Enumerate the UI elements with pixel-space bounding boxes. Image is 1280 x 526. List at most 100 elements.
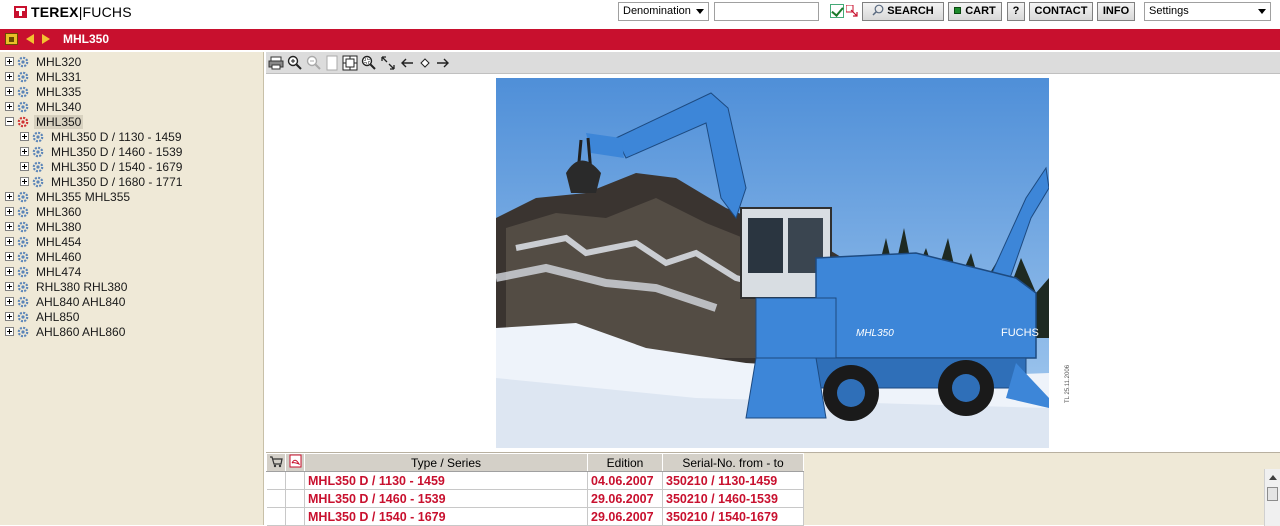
table-row[interactable]: MHL350 D / 1460 - 1539 29.06.2007 350210 /… bbox=[266, 489, 804, 508]
pdf-column-header[interactable] bbox=[285, 453, 305, 472]
expand-icon[interactable] bbox=[5, 282, 14, 291]
arrow-back-icon[interactable] bbox=[26, 34, 34, 44]
expand-icon[interactable] bbox=[20, 147, 29, 156]
expand-icon[interactable] bbox=[20, 162, 29, 171]
table-scrollbar[interactable] bbox=[1264, 469, 1280, 526]
expand-icon[interactable] bbox=[5, 327, 14, 336]
settings-select[interactable]: Settings bbox=[1144, 2, 1271, 21]
tree-item[interactable]: AHL860 AHL860 bbox=[5, 324, 127, 339]
tree-item[interactable]: RHL380 RHL380 bbox=[5, 279, 129, 294]
zoom-out-icon[interactable] bbox=[306, 55, 322, 71]
row-edition-cell[interactable]: 04.06.2007 bbox=[587, 471, 663, 490]
expand-icon[interactable] bbox=[5, 207, 14, 216]
scroll-thumb[interactable] bbox=[1267, 487, 1278, 501]
diamond-icon[interactable] bbox=[417, 55, 433, 71]
row-cart-cell[interactable] bbox=[266, 507, 286, 526]
expand-icon[interactable] bbox=[5, 252, 14, 261]
tree-item[interactable]: MHL355 MHL355 bbox=[5, 189, 132, 204]
series-table-panel: Type / Series Edition Serial-No. from - … bbox=[266, 452, 1280, 526]
expand-icon[interactable] bbox=[5, 72, 14, 81]
tree-item-label: MHL320 bbox=[36, 54, 82, 69]
tree-item-label: MHL350 D / 1130 - 1459 bbox=[51, 129, 182, 144]
search-filter-icon[interactable] bbox=[846, 5, 858, 17]
expand-icon[interactable] bbox=[5, 297, 14, 306]
tree-item[interactable]: AHL840 AHL840 bbox=[5, 294, 127, 309]
full-size-icon[interactable] bbox=[380, 55, 396, 71]
contact-button[interactable]: CONTACT bbox=[1029, 2, 1093, 21]
search-field-select[interactable]: Denomination bbox=[618, 2, 709, 21]
search-option-checkbox[interactable] bbox=[830, 4, 844, 18]
row-type-cell[interactable]: MHL350 D / 1130 - 1459 bbox=[304, 471, 588, 490]
tree-item[interactable]: MHL350 D / 1540 - 1679 bbox=[20, 159, 184, 174]
zoom-in-icon[interactable] bbox=[287, 55, 303, 71]
tree-item-label: AHL850 bbox=[36, 309, 80, 324]
row-serial-cell[interactable]: 350210 / 1130-1459 bbox=[662, 471, 804, 490]
terex-fuchs-logo: TEREX|FUCHS bbox=[14, 4, 132, 20]
tree-item-label: MHL474 bbox=[36, 264, 82, 279]
tree-item[interactable]: MHL360 bbox=[5, 204, 83, 219]
page-title: MHL350 bbox=[63, 32, 110, 46]
tree-item-label: MHL360 bbox=[36, 204, 82, 219]
expand-icon[interactable] bbox=[5, 57, 14, 66]
serial-header[interactable]: Serial-No. from - to bbox=[662, 453, 804, 472]
row-type-cell[interactable]: MHL350 D / 1460 - 1539 bbox=[304, 489, 588, 508]
fit-page-icon[interactable] bbox=[324, 55, 340, 71]
gear-icon bbox=[32, 176, 44, 187]
arrow-right-icon[interactable] bbox=[435, 55, 451, 71]
tree-item[interactable]: MHL350 D / 1680 - 1771 bbox=[20, 174, 184, 189]
tree-item[interactable]: MHL380 bbox=[5, 219, 83, 234]
row-serial-cell[interactable]: 350210 / 1460-1539 bbox=[662, 489, 804, 508]
tree-item[interactable]: MHL350 D / 1460 - 1539 bbox=[20, 144, 184, 159]
row-edition-cell[interactable]: 29.06.2007 bbox=[587, 507, 663, 526]
row-cart-cell[interactable] bbox=[266, 471, 286, 490]
row-pdf-cell[interactable] bbox=[285, 489, 305, 508]
scroll-up-icon[interactable] bbox=[1269, 475, 1277, 480]
zoom-area-icon[interactable] bbox=[361, 55, 377, 71]
tree-item[interactable]: MHL454 bbox=[5, 234, 83, 249]
arrow-forward-icon[interactable] bbox=[42, 34, 50, 44]
cart-button[interactable]: CART bbox=[948, 2, 1002, 21]
tree-item[interactable]: MHL460 bbox=[5, 249, 83, 264]
expand-icon[interactable] bbox=[5, 237, 14, 246]
gear-icon bbox=[17, 56, 29, 67]
arrow-left-icon[interactable] bbox=[399, 55, 415, 71]
info-button[interactable]: INFO bbox=[1097, 2, 1135, 21]
expand-icon[interactable] bbox=[5, 87, 14, 96]
tree-item[interactable]: AHL850 bbox=[5, 309, 81, 324]
row-cart-cell[interactable] bbox=[266, 489, 286, 508]
fit-width-icon[interactable] bbox=[342, 55, 358, 71]
help-button[interactable]: ? bbox=[1007, 2, 1025, 21]
expand-icon[interactable] bbox=[5, 222, 14, 231]
edition-header[interactable]: Edition bbox=[587, 453, 663, 472]
expand-icon[interactable] bbox=[5, 267, 14, 276]
row-type-cell[interactable]: MHL350 D / 1540 - 1679 bbox=[304, 507, 588, 526]
row-serial-cell[interactable]: 350210 / 1540-1679 bbox=[662, 507, 804, 526]
table-row[interactable]: MHL350 D / 1540 - 1679 29.06.2007 350210 /… bbox=[266, 507, 804, 526]
tree-item[interactable]: MHL331 bbox=[5, 69, 83, 84]
expand-icon[interactable] bbox=[5, 102, 14, 111]
cart-column-header[interactable] bbox=[266, 453, 286, 472]
type-series-header[interactable]: Type / Series bbox=[304, 453, 588, 472]
expand-icon[interactable] bbox=[5, 192, 14, 201]
tree-item[interactable]: MHL350 D / 1130 - 1459 bbox=[20, 129, 184, 144]
folder-up-icon[interactable] bbox=[5, 33, 18, 45]
tree-item[interactable]: MHL335 bbox=[5, 84, 83, 99]
search-input[interactable] bbox=[714, 2, 819, 21]
tree-item[interactable]: MHL340 bbox=[5, 99, 83, 114]
expand-icon[interactable] bbox=[20, 177, 29, 186]
cart-icon bbox=[954, 7, 962, 14]
tree-item[interactable]: MHL350 bbox=[5, 114, 84, 129]
row-pdf-cell[interactable] bbox=[285, 471, 305, 490]
tree-item[interactable]: MHL320 bbox=[5, 54, 83, 69]
gear-icon bbox=[17, 206, 29, 217]
collapse-icon[interactable] bbox=[5, 117, 14, 126]
row-edition-cell[interactable]: 29.06.2007 bbox=[587, 489, 663, 508]
row-pdf-cell[interactable] bbox=[285, 507, 305, 526]
expand-icon[interactable] bbox=[5, 312, 14, 321]
table-row[interactable]: MHL350 D / 1130 - 1459 04.06.2007 350210 /… bbox=[266, 471, 804, 490]
print-icon[interactable] bbox=[268, 55, 284, 71]
tree-item[interactable]: MHL474 bbox=[5, 264, 83, 279]
gear-selected-icon bbox=[17, 116, 29, 127]
expand-icon[interactable] bbox=[20, 132, 29, 141]
search-button[interactable]: SEARCH bbox=[862, 2, 944, 21]
